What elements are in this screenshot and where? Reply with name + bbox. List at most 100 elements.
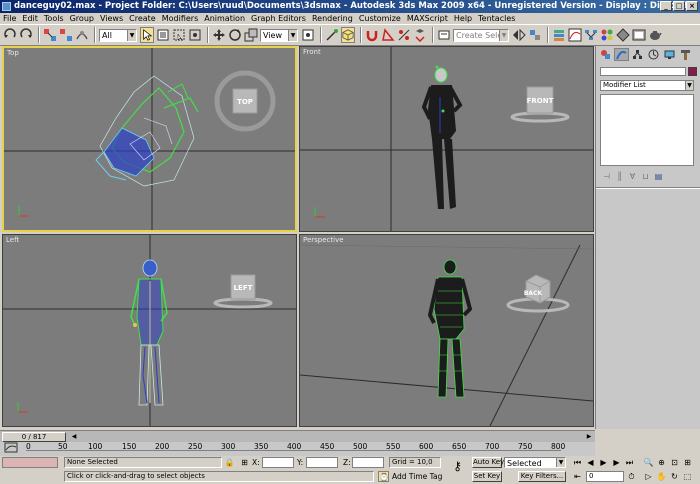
viewport-label-perspective[interactable]: Perspective [303, 236, 344, 244]
snaps-toggle-button[interactable] [365, 27, 379, 43]
menu-file[interactable]: File [3, 13, 16, 24]
undo-button[interactable] [3, 27, 17, 43]
go-to-end-icon[interactable]: ⏭ [624, 457, 635, 468]
maxscript-listener-mini[interactable] [2, 457, 58, 468]
absolute-mode-icon[interactable]: ⊞ [239, 457, 250, 468]
menu-edit[interactable]: Edit [22, 13, 38, 24]
menu-group[interactable]: Group [70, 13, 94, 24]
orbit-icon[interactable]: ↻ [669, 471, 680, 482]
time-slider-thumb[interactable]: 0 / 817 [2, 432, 66, 442]
tab-modify[interactable] [614, 48, 629, 61]
viewport-label-front[interactable]: Front [303, 48, 321, 56]
pin-stack-icon[interactable]: ⊣ [602, 172, 611, 181]
lock-selection-icon[interactable]: 🔒 [224, 457, 235, 468]
keyboard-shortcut-override-button[interactable] [341, 27, 355, 43]
object-color-swatch[interactable] [688, 67, 697, 76]
spinner-snap-button[interactable] [413, 27, 427, 43]
select-and-rotate-button[interactable] [228, 27, 242, 43]
select-object-button[interactable] [140, 27, 154, 43]
zoom-extents-all-icon[interactable]: ⊞ [682, 457, 693, 468]
menu-animation[interactable]: Animation [204, 13, 245, 24]
menu-maxscript[interactable]: MAXScript [407, 13, 448, 24]
key-mode-toggle-icon[interactable]: ⇤ [572, 471, 583, 482]
rectangular-selection-button[interactable] [172, 27, 186, 43]
configure-modifier-sets-icon[interactable]: ▤ [654, 172, 663, 181]
previous-frame-icon[interactable]: ◀ [585, 457, 596, 468]
perspective-character[interactable] [427, 259, 473, 398]
object-name-input[interactable] [600, 67, 686, 76]
top-view-character-wireframe[interactable] [95, 75, 199, 187]
unlink-selection-button[interactable] [59, 27, 73, 43]
render-production-button[interactable] [648, 27, 662, 43]
curve-editor-button[interactable] [568, 27, 582, 43]
time-configuration-icon[interactable]: ⏱ [626, 471, 637, 482]
y-coordinate-input[interactable] [306, 457, 338, 468]
show-end-result-icon[interactable]: ║ [615, 172, 624, 181]
viewport-label-left[interactable]: Left [6, 236, 19, 244]
app-icon[interactable] [2, 2, 11, 11]
mini-curve-editor-icon[interactable] [4, 442, 18, 454]
viewport-front[interactable]: Front FRONT [299, 46, 594, 232]
edit-named-selection-button[interactable] [437, 27, 451, 43]
align-button[interactable] [528, 27, 542, 43]
menu-customize[interactable]: Customize [359, 13, 401, 24]
maximize-viewport-icon[interactable]: ⬚ [682, 471, 693, 482]
menu-modifiers[interactable]: Modifiers [162, 13, 199, 24]
rendered-frame-window-button[interactable] [632, 27, 646, 43]
viewport-perspective[interactable]: Perspective BACK [299, 234, 594, 427]
key-filters-button[interactable]: Key Filters... [518, 471, 566, 482]
menu-tentacles[interactable]: Tentacles [478, 13, 515, 24]
make-unique-icon[interactable]: ∀ [628, 172, 637, 181]
auto-key-button[interactable]: Auto Key [472, 457, 504, 468]
menu-graph-editors[interactable]: Graph Editors [251, 13, 306, 24]
maximize-button[interactable]: □ [673, 1, 685, 11]
minimize-button[interactable]: _ [660, 1, 672, 11]
zoom-all-icon[interactable]: ⊕ [656, 457, 667, 468]
tab-create[interactable] [598, 48, 613, 61]
field-of-view-icon[interactable]: ▷ [643, 471, 654, 482]
viewport-label-top[interactable]: Top [7, 49, 19, 57]
bind-to-space-warp-button[interactable] [75, 27, 89, 43]
select-and-scale-button[interactable] [244, 27, 258, 43]
menu-views[interactable]: Views [100, 13, 123, 24]
select-and-link-button[interactable] [43, 27, 57, 43]
material-editor-button[interactable] [600, 27, 614, 43]
menu-tools[interactable]: Tools [44, 13, 64, 24]
viewport-top[interactable]: Top TOP [2, 46, 297, 232]
percent-snap-button[interactable] [397, 27, 411, 43]
time-slider-prev-icon[interactable]: ◀ [70, 432, 78, 442]
pivot-center-button[interactable] [301, 27, 315, 43]
play-icon[interactable]: ▶ [598, 457, 609, 468]
zoom-icon[interactable]: 🔍 [643, 457, 654, 468]
key-icon[interactable]: ⚷ [452, 460, 463, 472]
select-by-name-button[interactable] [156, 27, 170, 43]
menu-create[interactable]: Create [129, 13, 156, 24]
front-view-character[interactable] [421, 65, 463, 210]
selection-filter-dropdown[interactable]: All ▼ [99, 28, 137, 42]
angle-snap-button[interactable] [381, 27, 395, 43]
left-view-character-wireframe[interactable] [130, 259, 168, 406]
set-key-button[interactable]: Set Key [472, 471, 502, 482]
next-frame-icon[interactable]: ▶ [611, 457, 622, 468]
named-selection-set-dropdown[interactable]: Create Selection Set▼ [453, 28, 509, 42]
close-button[interactable]: × [686, 1, 698, 11]
time-slider[interactable]: 0 / 817 ◀ ▶ [0, 430, 595, 442]
x-coordinate-input[interactable] [262, 457, 294, 468]
go-to-start-icon[interactable]: ⏮ [572, 457, 583, 468]
menu-help[interactable]: Help [454, 13, 472, 24]
z-coordinate-input[interactable] [352, 457, 384, 468]
reference-coordinate-dropdown[interactable]: View ▼ [260, 28, 298, 42]
zoom-extents-icon[interactable]: ⊡ [669, 457, 680, 468]
redo-button[interactable] [19, 27, 33, 43]
viewcube-perspective[interactable]: BACK [506, 274, 570, 313]
viewport-left[interactable]: Left LEFT [2, 234, 297, 427]
current-frame-input[interactable]: 0 [586, 471, 624, 482]
render-setup-button[interactable] [616, 27, 630, 43]
layer-manager-button[interactable] [552, 27, 566, 43]
mirror-button[interactable] [512, 27, 526, 43]
select-and-manipulate-button[interactable] [325, 27, 339, 43]
schematic-view-button[interactable] [584, 27, 598, 43]
add-time-tag-icon[interactable]: ⌚ [378, 471, 389, 482]
modifier-list-dropdown[interactable]: Modifier List ▼ [600, 80, 694, 91]
tab-hierarchy[interactable] [630, 48, 645, 61]
